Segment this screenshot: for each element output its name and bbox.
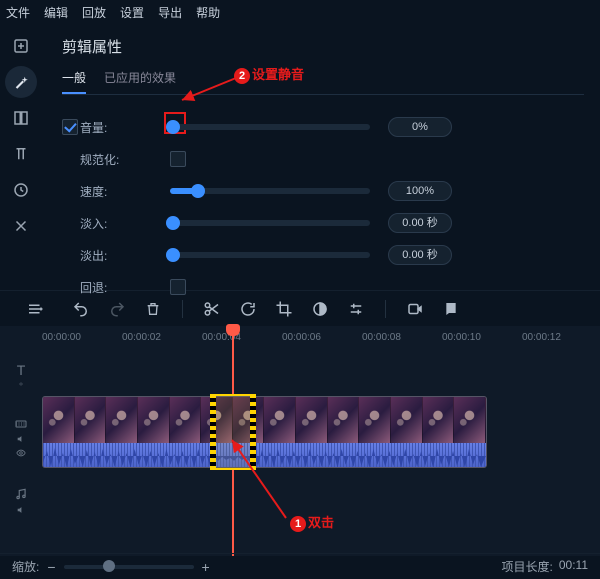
panel-title: 剪辑属性	[62, 36, 584, 57]
menu-help[interactable]: 帮助	[196, 4, 220, 21]
normalize-checkbox[interactable]	[170, 151, 186, 167]
speed-value[interactable]: 100%	[388, 181, 452, 201]
magic-wand-button[interactable]	[5, 66, 37, 98]
menu-export[interactable]: 导出	[158, 4, 182, 21]
menu-edit[interactable]: 编辑	[44, 4, 68, 21]
reverse-checkbox[interactable]	[170, 279, 186, 295]
left-toolbar	[0, 24, 42, 290]
zoom-out-icon[interactable]: −	[47, 559, 55, 575]
project-length-value: 00:11	[559, 558, 588, 575]
waveform-icon	[43, 443, 486, 468]
project-length-label: 项目长度:	[502, 558, 553, 575]
label-fadein: 淡入:	[80, 215, 170, 232]
volume-slider[interactable]	[170, 124, 370, 130]
menu-settings[interactable]: 设置	[120, 4, 144, 21]
zoom-in-icon[interactable]: +	[202, 559, 210, 575]
fadeout-value[interactable]: 0.00 秒	[388, 245, 452, 265]
menu-bar: 文件 编辑 回放 设置 导出 帮助	[0, 0, 600, 24]
timeline-ruler[interactable]: 00:00:00 00:00:02 00:00:04 00:00:06 00:0…	[42, 326, 600, 350]
redo-button[interactable]	[106, 298, 128, 320]
fadein-slider[interactable]	[170, 220, 370, 226]
volume-value[interactable]: 0%	[388, 117, 452, 137]
add-media-button[interactable]	[5, 30, 37, 62]
tick: 00:00:06	[282, 332, 321, 343]
label-speed: 速度:	[80, 183, 170, 200]
label-fadeout: 淡出:	[80, 247, 170, 264]
panel-tabs: 一般 已应用的效果	[62, 69, 584, 95]
zoom-slider[interactable]	[64, 565, 194, 569]
menu-file[interactable]: 文件	[6, 4, 30, 21]
label-volume: 音量:	[80, 119, 170, 136]
annotation-doubleclick: 1双击	[290, 512, 334, 532]
add-track-button[interactable]	[24, 298, 46, 320]
tab-general[interactable]: 一般	[62, 69, 86, 94]
label-normalize: 规范化:	[80, 151, 170, 168]
tick: 00:00:00	[42, 332, 81, 343]
tick: 00:00:08	[362, 332, 401, 343]
clip-properties-panel: 剪辑属性 一般 已应用的效果 2设置静音 音量: 0%	[42, 24, 600, 290]
tick: 00:00:02	[122, 332, 161, 343]
video-clip[interactable]	[42, 396, 487, 468]
fadein-value[interactable]: 0.00 秒	[388, 213, 452, 233]
layers-button[interactable]	[5, 102, 37, 134]
selection-range[interactable]	[210, 394, 256, 470]
tick: 00:00:12	[522, 332, 561, 343]
fadeout-slider[interactable]	[170, 252, 370, 258]
menu-playback[interactable]: 回放	[82, 4, 106, 21]
timeline: T 00:00:00 00:00:02 00:00:04 00:00:06 00…	[0, 326, 600, 556]
video-track-head[interactable]	[0, 418, 42, 458]
tools-button[interactable]	[5, 210, 37, 242]
text-track-head[interactable]: T	[0, 362, 42, 386]
annotation-mute: 2设置静音	[234, 64, 304, 84]
tick: 00:00:10	[442, 332, 481, 343]
status-bar: 缩放: − + 项目长度: 00:11	[0, 553, 600, 579]
speed-slider[interactable]	[170, 188, 370, 194]
volume-checkbox[interactable]	[62, 119, 78, 135]
zoom-label: 缩放:	[12, 558, 39, 575]
audio-track-head[interactable]	[0, 486, 42, 516]
text-button[interactable]	[5, 138, 37, 170]
time-button[interactable]	[5, 174, 37, 206]
label-reverse: 回退:	[80, 279, 170, 296]
tab-applied-effects[interactable]: 已应用的效果	[104, 69, 176, 94]
